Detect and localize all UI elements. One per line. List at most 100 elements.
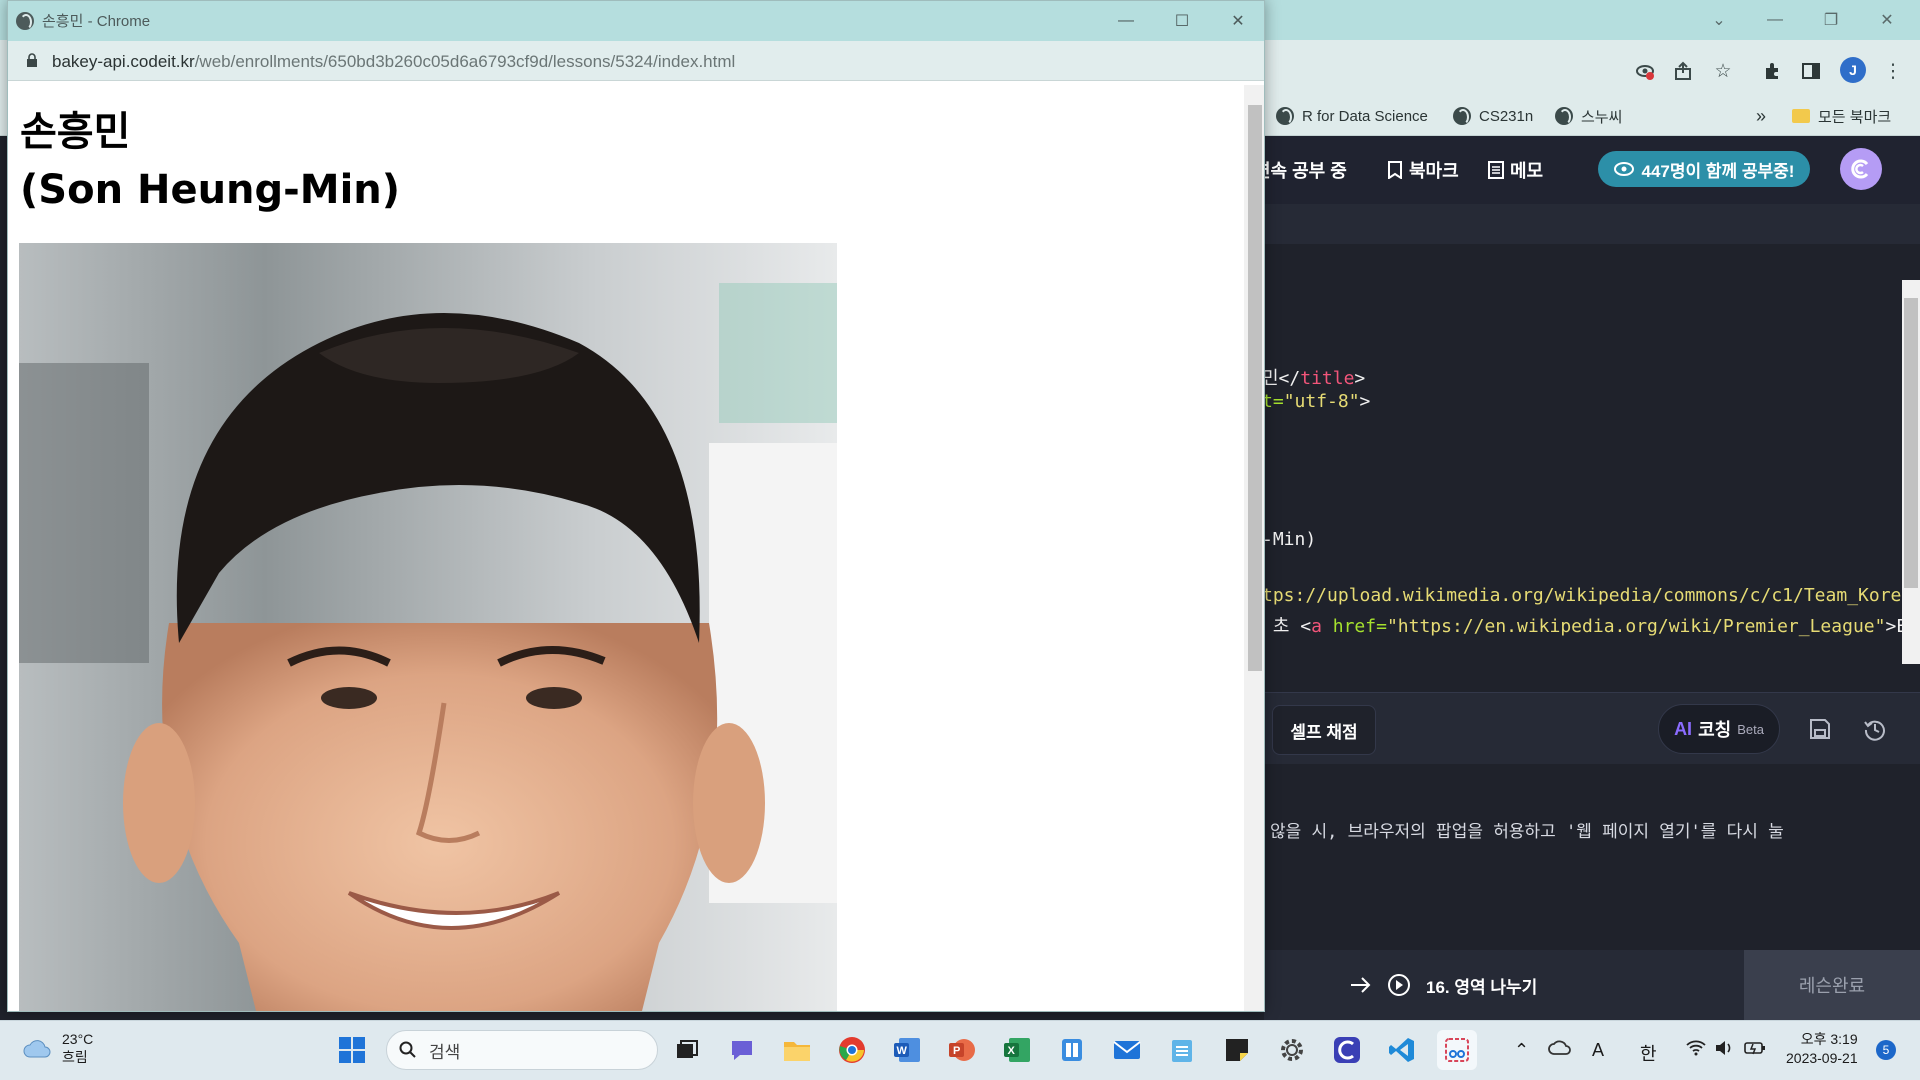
code-line-img: tps://upload.wikimedia.org/wikipedia/com… xyxy=(1262,585,1920,606)
codeit-user-avatar[interactable] xyxy=(1840,148,1882,190)
player-photo xyxy=(19,243,837,1011)
vscode-icon[interactable] xyxy=(1382,1030,1422,1070)
code-tag: a xyxy=(1311,616,1322,637)
ai-coaching-button[interactable]: AI 코칭 Beta xyxy=(1658,704,1780,754)
ime-mode-indicator[interactable]: 한 xyxy=(1640,1040,1657,1066)
ai-label: 코칭 xyxy=(1698,720,1732,740)
windows-logo-icon xyxy=(339,1037,365,1063)
code-text: 초 < xyxy=(1262,616,1312,637)
popup-titlebar: 손흥민 - Chrome — ☐ ✕ xyxy=(8,1,1264,41)
memo-button[interactable]: 메모 xyxy=(1488,156,1543,184)
svg-text:W: W xyxy=(897,1045,908,1057)
globe-icon xyxy=(1453,107,1471,125)
settings-gear-icon[interactable] xyxy=(1272,1030,1312,1070)
mail-icon[interactable] xyxy=(1107,1030,1147,1070)
code-text: -Min) xyxy=(1262,529,1317,550)
codeit-app-icon[interactable] xyxy=(1327,1030,1367,1070)
code-tag: title xyxy=(1300,368,1355,389)
popup-url[interactable]: bakey-api.codeit.kr/web/enrollments/650b… xyxy=(52,52,735,72)
file-explorer-icon[interactable] xyxy=(777,1030,817,1070)
task-view-icon[interactable] xyxy=(667,1030,707,1070)
star-icon[interactable]: ☆ xyxy=(1708,56,1738,86)
tab-search-chevron-icon[interactable]: ⌄ xyxy=(1691,0,1747,40)
next-lesson-button[interactable]: 16. 영역 나누기 xyxy=(1350,968,1537,1002)
start-button[interactable] xyxy=(332,1030,372,1070)
excel-icon[interactable]: X xyxy=(997,1030,1037,1070)
arrow-right-icon xyxy=(1351,977,1371,993)
onedrive-cloud-icon[interactable] xyxy=(1548,1040,1572,1061)
popup-chrome-window: 손흥민 - Chrome — ☐ ✕ bakey-api.codeit.kr/w… xyxy=(7,0,1265,1012)
search-placeholder: 검색 xyxy=(429,1042,461,1062)
bookmark-label: R for Data Science xyxy=(1302,107,1428,125)
bookmark-snuc[interactable]: 스누씨 xyxy=(1555,101,1622,131)
bookmark-label: 북마크 xyxy=(1409,161,1459,181)
extensions-icon[interactable] xyxy=(1757,56,1787,86)
notebook-app-icon[interactable] xyxy=(1052,1030,1092,1070)
menu-kebab-icon[interactable]: ⋮ xyxy=(1878,56,1908,86)
code-line-title: 민</title> xyxy=(1262,364,1365,390)
history-icon[interactable] xyxy=(1858,712,1892,746)
clock-time: 오후 3:19 xyxy=(1800,1031,1858,1047)
folder-icon xyxy=(1792,109,1810,123)
bookmark-label: CS231n xyxy=(1479,107,1534,125)
notepad-icon[interactable] xyxy=(1162,1030,1202,1070)
more-bookmarks-button[interactable]: » xyxy=(1756,101,1766,131)
powerpoint-icon[interactable]: P xyxy=(942,1030,982,1070)
url-domain: bakey-api.codeit.kr xyxy=(52,52,195,71)
bg-minimize-button[interactable]: — xyxy=(1747,0,1803,40)
bookmark-button[interactable]: 북마크 xyxy=(1387,156,1459,184)
save-icon[interactable] xyxy=(1803,712,1837,746)
notification-badge[interactable]: 5 xyxy=(1876,1040,1896,1060)
self-grade-button[interactable]: 셀프 채점 xyxy=(1272,705,1376,755)
code-attr: t= xyxy=(1262,391,1284,412)
code-string: "utf-8" xyxy=(1283,391,1360,412)
globe-icon xyxy=(1276,107,1294,125)
code-string: "https://en.wikipedia.org/wiki/Premier_L… xyxy=(1386,616,1886,637)
bg-close-button[interactable]: ✕ xyxy=(1859,0,1915,40)
all-bookmarks-folder[interactable]: 모든 북마크 xyxy=(1792,101,1891,131)
taskbar-clock[interactable]: 오후 3:19 2023-09-21 xyxy=(1786,1030,1858,1068)
study-together-button[interactable]: 447명이 함께 공부중! xyxy=(1598,151,1810,187)
heading-korean-name: 손흥민 xyxy=(20,109,131,155)
codeit-logo-icon xyxy=(1851,159,1869,179)
profile-avatar[interactable]: J xyxy=(1840,57,1866,83)
eye-off-icon[interactable] xyxy=(1630,56,1660,86)
snipping-tool-icon[interactable] xyxy=(1437,1030,1477,1070)
weather-widget[interactable]: 23°C 흐림 xyxy=(22,1030,93,1066)
memo-label: 메모 xyxy=(1510,161,1544,181)
ai-prefix: AI xyxy=(1674,718,1693,739)
taskbar-search[interactable]: 검색 xyxy=(386,1030,658,1070)
globe-icon xyxy=(16,11,34,30)
font-indicator[interactable]: A xyxy=(1592,1040,1604,1061)
popup-minimize-button[interactable]: — xyxy=(1098,1,1154,41)
sticky-notes-icon[interactable] xyxy=(1217,1030,1257,1070)
popup-address-bar[interactable]: bakey-api.codeit.kr/web/enrollments/650b… xyxy=(8,41,1264,81)
url-path: /web/enrollments/650bd3b260c05d6a6793cf9… xyxy=(194,52,736,71)
popup-scrollbar-thumb[interactable] xyxy=(1248,105,1262,671)
popup-close-button[interactable]: ✕ xyxy=(1210,1,1266,41)
lesson-complete-button[interactable]: 레슨완료 xyxy=(1744,950,1920,1020)
eye-icon xyxy=(1613,162,1634,176)
battery-icon[interactable] xyxy=(1744,1040,1766,1061)
play-circle-icon xyxy=(1388,974,1410,996)
popup-title-text: 손흥민 - Chrome xyxy=(42,13,151,30)
bookmark-r-for-data-science[interactable]: R for Data Science xyxy=(1276,101,1428,131)
volume-icon[interactable] xyxy=(1714,1040,1734,1061)
bookmark-icon xyxy=(1388,161,1402,179)
tray-chevron-up-icon[interactable]: ⌃ xyxy=(1514,1040,1529,1061)
teams-chat-icon[interactable] xyxy=(722,1030,762,1070)
chrome-icon[interactable] xyxy=(832,1030,872,1070)
side-panel-icon[interactable] xyxy=(1796,56,1826,86)
code-line-link: 초 <a href="https://en.wikipedia.org/wiki… xyxy=(1262,612,1920,638)
code-text: > xyxy=(1354,368,1366,389)
streak-button[interactable]: 연속 공부 중 xyxy=(1254,156,1347,184)
word-icon[interactable]: W xyxy=(887,1030,927,1070)
share-icon[interactable] xyxy=(1668,56,1698,86)
wifi-icon[interactable] xyxy=(1686,1040,1706,1061)
editor-scrollbar-thumb[interactable] xyxy=(1904,298,1918,588)
bookmark-label: 스누씨 xyxy=(1581,108,1623,126)
heading-english-name: (Son Heung-Min) xyxy=(20,167,401,213)
popup-maximize-button[interactable]: ☐ xyxy=(1154,1,1210,41)
bg-maximize-button[interactable]: ❐ xyxy=(1803,0,1859,40)
bookmark-cs231n[interactable]: CS231n xyxy=(1453,101,1533,131)
